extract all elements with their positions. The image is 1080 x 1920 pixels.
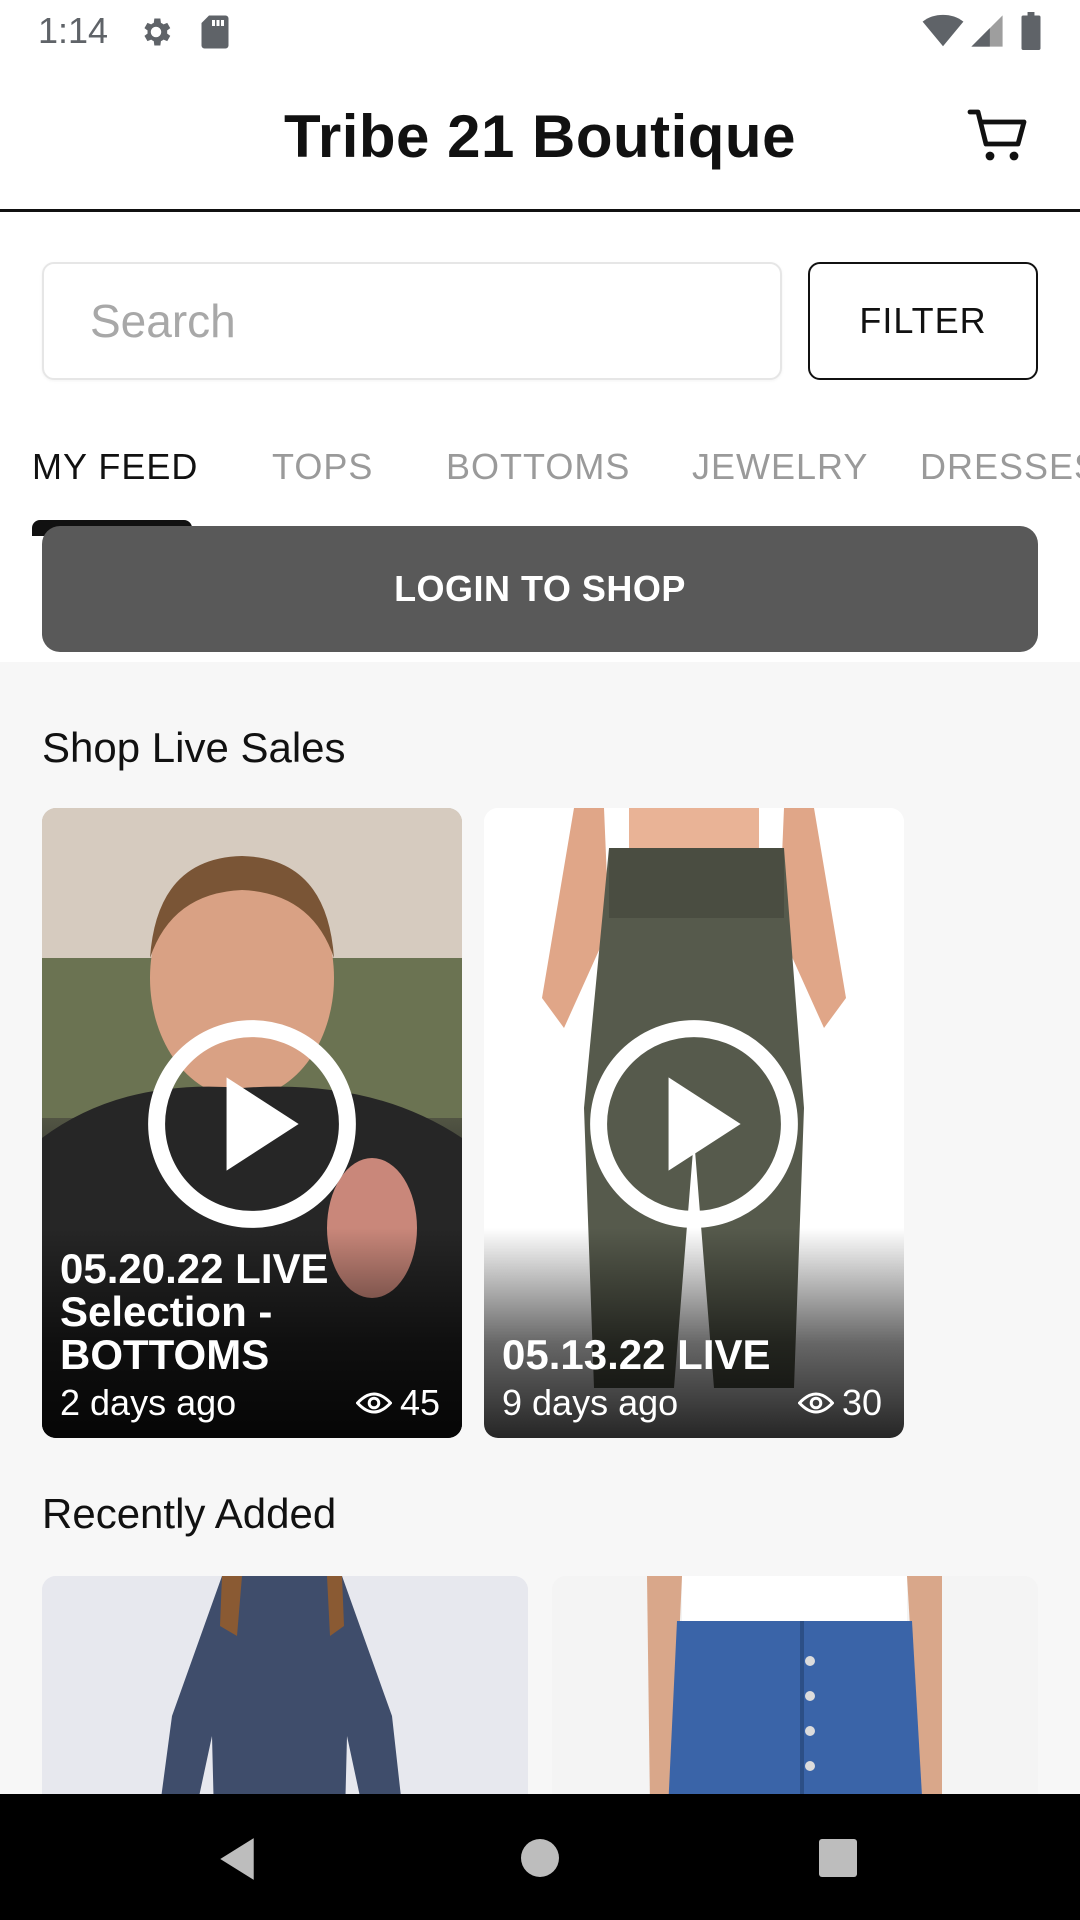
signal-icon [971,15,1003,47]
system-nav-bar [0,1794,1080,1920]
filter-button[interactable]: FILTER [808,262,1038,380]
view-count: 45 [355,1382,440,1424]
back-icon[interactable] [216,1836,258,1882]
recent-apps-icon[interactable] [818,1838,858,1878]
view-count: 30 [797,1382,882,1424]
home-icon[interactable] [520,1838,560,1878]
page-title: Tribe 21 Boutique [284,103,796,170]
play-icon[interactable] [146,1018,358,1230]
eye-icon [355,1392,392,1414]
live-sale-time: 2 days ago [60,1382,237,1423]
tab-bottoms[interactable]: BOTTOMS [446,446,630,488]
battery-icon [1021,12,1041,50]
view-count-value: 30 [841,1382,882,1423]
tab-my-feed[interactable]: MY FEED [32,446,198,488]
live-sales-heading: Shop Live Sales [42,724,346,771]
play-icon[interactable] [588,1018,800,1230]
status-bar: 1:14 [0,0,1080,64]
status-time: 1:14 [38,10,109,51]
live-sale-title: 05.20.22 LIVE Selection - BOTTOMS [60,1245,329,1378]
wifi-icon [922,14,964,47]
view-count-value: 45 [399,1382,440,1423]
search-area: FILTER MY FEED TOPS BOTTOMS JEWELRY DRES… [0,212,1080,662]
eye-icon [797,1392,834,1414]
live-sale-title: 05.13.22 LIVE [502,1331,771,1378]
app-header: Tribe 21 Boutique [0,64,1080,212]
sd-card-icon [201,15,229,49]
cart-icon[interactable] [966,104,1030,168]
live-sale-card[interactable]: 05.20.22 LIVE Selection - BOTTOMS 2 days… [42,808,462,1438]
live-sale-card[interactable]: 05.13.22 LIVE 9 days ago 30 [484,808,904,1438]
search-input[interactable] [42,262,782,380]
tab-dresses[interactable]: DRESSES [920,446,1080,488]
tab-tops[interactable]: TOPS [272,446,373,488]
recently-added-heading: Recently Added [42,1490,337,1537]
live-sale-time: 9 days ago [502,1382,679,1423]
login-to-shop-button[interactable]: LOGIN TO SHOP [42,526,1038,652]
category-tabs: MY FEED TOPS BOTTOMS JEWELRY DRESSES [0,434,1080,536]
gear-icon [144,18,171,46]
tab-jewelry[interactable]: JEWELRY [692,446,868,488]
